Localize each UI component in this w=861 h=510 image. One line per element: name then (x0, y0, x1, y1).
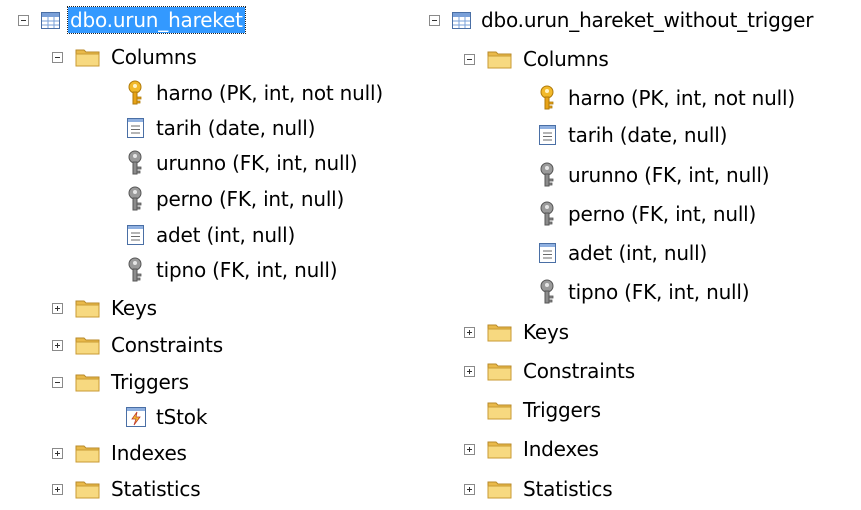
columns-label: Columns (523, 47, 609, 71)
table-node-urun-hareket[interactable]: dbo.urun_hareket (18, 5, 246, 35)
column-label: harno (PK, int, not null) (156, 81, 383, 105)
column-label: perno (FK, int, null) (156, 187, 345, 211)
column-label: urunno (FK, int, null) (156, 151, 358, 175)
expand-icon[interactable] (52, 483, 63, 495)
foreign-key-icon (124, 150, 146, 176)
primary-key-icon (536, 85, 558, 111)
folder-icon (75, 335, 101, 355)
column-item[interactable]: harno (PK, int, not null) (536, 83, 797, 113)
expand-icon[interactable] (52, 339, 63, 351)
keys-label: Keys (111, 296, 157, 320)
folder-icon (487, 49, 513, 69)
column-item[interactable]: perno (FK, int, null) (124, 184, 346, 214)
columns-label: Columns (111, 45, 197, 69)
constraints-label: Constraints (523, 359, 635, 383)
column-item[interactable]: tarih (date, null) (124, 113, 317, 143)
column-label: harno (PK, int, not null) (568, 86, 795, 110)
collapse-icon[interactable] (52, 376, 63, 388)
folder-icon (487, 322, 513, 342)
collapse-icon[interactable] (52, 51, 63, 63)
column-icon (539, 125, 556, 145)
trigger-label: tStok (156, 405, 208, 429)
column-label: tipno (FK, int, null) (156, 258, 338, 282)
constraints-folder[interactable]: Constraints (52, 330, 225, 360)
column-icon (539, 243, 556, 263)
expand-icon[interactable] (52, 302, 63, 314)
foreign-key-icon (124, 257, 146, 283)
table-icon (452, 12, 471, 29)
foreign-key-icon (536, 162, 558, 188)
foreign-key-icon (536, 279, 558, 305)
keys-label: Keys (523, 320, 569, 344)
folder-icon (75, 298, 101, 318)
column-label: urunno (FK, int, null) (568, 163, 770, 187)
column-icon (127, 118, 144, 138)
table-name[interactable]: dbo.urun_hareket (67, 6, 246, 34)
column-label: adet (int, null) (568, 241, 708, 265)
column-label: tipno (FK, int, null) (568, 280, 750, 304)
column-label: tarih (date, null) (568, 123, 728, 147)
column-item[interactable]: tipno (FK, int, null) (124, 255, 339, 285)
column-label: perno (FK, int, null) (568, 202, 757, 226)
triggers-folder[interactable]: Triggers (52, 367, 191, 397)
trigger-item-tstok[interactable]: tStok (126, 402, 209, 432)
expand-icon[interactable] (52, 447, 63, 459)
indexes-folder[interactable]: Indexes (464, 434, 601, 464)
folder-icon (487, 439, 513, 459)
expand-icon[interactable] (464, 483, 475, 495)
keys-folder[interactable]: Keys (464, 317, 571, 347)
indexes-label: Indexes (523, 437, 599, 461)
statistics-label: Statistics (523, 477, 613, 501)
triggers-folder[interactable]: Triggers (487, 395, 603, 425)
foreign-key-icon (124, 186, 146, 212)
column-item[interactable]: tarih (date, null) (536, 120, 729, 150)
column-icon (127, 225, 144, 245)
folder-icon (75, 47, 101, 67)
expand-icon[interactable] (464, 443, 475, 455)
primary-key-icon (124, 80, 146, 106)
column-label: tarih (date, null) (156, 116, 316, 140)
folder-icon (487, 400, 513, 420)
foreign-key-icon (536, 201, 558, 227)
statistics-folder[interactable]: Statistics (464, 474, 614, 504)
collapse-icon[interactable] (464, 53, 475, 65)
folder-icon (487, 479, 513, 499)
triggers-label: Triggers (523, 398, 601, 422)
table-name[interactable]: dbo.urun_hareket_without_trigger (479, 7, 815, 33)
folder-icon (75, 443, 101, 463)
table-icon (41, 12, 60, 29)
statistics-label: Statistics (111, 477, 201, 501)
column-item[interactable]: urunno (FK, int, null) (536, 160, 771, 190)
columns-folder[interactable]: Columns (464, 44, 611, 74)
statistics-folder[interactable]: Statistics (52, 474, 202, 504)
constraints-folder[interactable]: Constraints (464, 356, 637, 386)
folder-icon (75, 372, 101, 392)
folder-icon (75, 479, 101, 499)
column-item[interactable]: urunno (FK, int, null) (124, 148, 359, 178)
column-item[interactable]: adet (int, null) (124, 220, 297, 250)
triggers-label: Triggers (111, 370, 189, 394)
indexes-label: Indexes (111, 441, 187, 465)
keys-folder[interactable]: Keys (52, 293, 159, 323)
column-item[interactable]: adet (int, null) (536, 238, 709, 268)
table-node-urun-hareket-without-trigger[interactable]: dbo.urun_hareket_without_trigger (429, 5, 815, 35)
expand-icon[interactable] (464, 326, 475, 338)
indexes-folder[interactable]: Indexes (52, 438, 189, 468)
columns-folder[interactable]: Columns (52, 42, 199, 72)
trigger-icon (126, 407, 146, 427)
expand-icon[interactable] (464, 365, 475, 377)
column-item[interactable]: tipno (FK, int, null) (536, 277, 751, 307)
collapse-icon[interactable] (429, 14, 440, 26)
constraints-label: Constraints (111, 333, 223, 357)
column-item[interactable]: harno (PK, int, not null) (124, 78, 385, 108)
column-item[interactable]: perno (FK, int, null) (536, 199, 758, 229)
collapse-icon[interactable] (18, 14, 29, 26)
folder-icon (487, 361, 513, 381)
column-label: adet (int, null) (156, 223, 296, 247)
